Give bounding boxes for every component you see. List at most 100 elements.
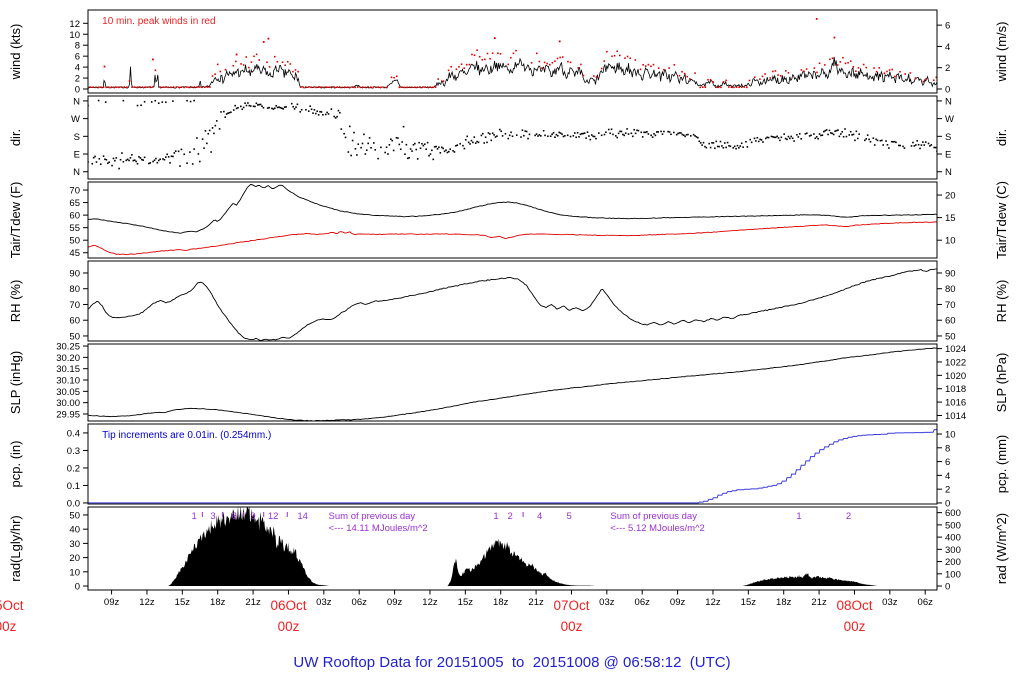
time-tick-label: 03z <box>599 597 615 608</box>
tair-ytick-left: 45 <box>69 248 80 259</box>
wind-ytick-right: 2 <box>945 63 950 74</box>
axis-title-left-wind: wind (kts) <box>8 24 23 81</box>
time-tick-label: 15z <box>175 597 191 608</box>
rad-ytick-left: 0 <box>75 582 80 593</box>
svg-text:5: 5 <box>566 511 571 522</box>
svg-text:2: 2 <box>846 511 851 522</box>
svg-text:<--- 5.12 MJoules/m^2: <--- 5.12 MJoules/m^2 <box>610 523 704 534</box>
pcp-ytick-left: 0.0 <box>67 498 80 509</box>
pcp-ytick-right: 6 <box>945 457 950 468</box>
dir-ytick-right: N <box>945 96 952 107</box>
time-tick-label: 03z <box>316 597 332 608</box>
panel-pcp: 0.00.10.20.30.40246810pcp. (in) pcp. (mm)… <box>8 423 1009 509</box>
wind-ytick-left: 0 <box>75 85 80 96</box>
date-label: 08Oct <box>836 598 872 613</box>
wind-ytick-left: 10 <box>69 30 80 41</box>
wind-ytick-left: 8 <box>75 41 80 52</box>
wind-ytick-right: 6 <box>945 21 950 32</box>
pcp-annotation: Tip increments are 0.01in. (0.254mm.) <box>102 430 271 441</box>
slp-ytick-right: 1016 <box>945 398 966 409</box>
slp-ytick-left: 30.00 <box>56 398 80 409</box>
rad-ytick-right: 600 <box>945 508 961 519</box>
rh-ytick-right: 70 <box>945 300 956 311</box>
date-label: 07Oct <box>553 598 589 613</box>
panel-dir: NESWNNESWNdir. dir. <box>8 95 1009 180</box>
slp-ytick-left: 30.20 <box>56 353 80 364</box>
panel-wind: 0246810120246wind (kts) wind (m/s)10 min.… <box>8 9 1009 96</box>
dir-ytick-left: N <box>73 96 80 107</box>
rh-ytick-left: 90 <box>69 268 80 279</box>
slp-ytick-right: 1020 <box>945 371 966 382</box>
wind-ytick-left: 12 <box>69 19 80 30</box>
tair-ytick-left: 70 <box>69 186 80 197</box>
axis-title-left-dir: dir. <box>8 129 23 146</box>
meteogram: 0 2 4 6 8 10 12 0 2 4 6 wind (kts) wind (m/s) 10 min.… <box>0 0 1024 700</box>
tair-ytick-left: 65 <box>69 198 80 209</box>
time-tick-label: 12z <box>139 597 155 608</box>
pcp-ytick-left: 0.4 <box>67 428 80 439</box>
tair-ytick-left: 60 <box>69 211 80 222</box>
panel-tair: 4550 5560 6570 10 15 20 Tair/Tdew (F) Tair/Tdew… <box>8 181 1009 259</box>
time-tick-label: 18z <box>493 597 509 608</box>
rad-ytick-left: 30 <box>69 539 80 550</box>
pcp-ytick-left: 0.3 <box>67 446 80 457</box>
dir-ytick-left: S <box>74 132 80 143</box>
pcp-ytick-left: 0.2 <box>67 463 80 474</box>
slp-ytick-right: 1024 <box>945 344 966 355</box>
axis-title-right-rh: RH (%) <box>994 280 1009 323</box>
time-tick-label: 21z <box>528 597 544 608</box>
svg-text:1: 1 <box>493 511 498 522</box>
slp-ytick-left: 30.25 <box>56 342 80 353</box>
slp-ytick-left: 30.05 <box>56 387 80 398</box>
axis-title-right-wind: wind (m/s) <box>994 22 1009 83</box>
slp-ytick-right: 1014 <box>945 411 966 422</box>
plot-title: UW Rooftop Data for 20151005 to 20151008… <box>293 654 731 671</box>
time-tick-label: 12z <box>705 597 721 608</box>
time-tick-label: 12z <box>422 597 438 608</box>
time-tick-label: 15z <box>458 597 474 608</box>
dir-ytick-left: E <box>74 150 80 161</box>
panel-slp: 29.9530.0030.0530.1030.1530.2030.25 1014 1… <box>8 342 1009 422</box>
meteogram-svg: 0246810120246wind (kts) wind (m/s)10 min.… <box>0 9 1009 634</box>
time-tick-label: 09z <box>387 597 403 608</box>
dir-ytick-right: E <box>945 150 951 161</box>
time-tick-label: 06z <box>635 597 651 608</box>
slp-ytick-right: 1022 <box>945 357 966 368</box>
time-tick-label: 06z <box>352 597 368 608</box>
time-tick-label: 18z <box>210 597 226 608</box>
panel-rh: 50607080905060708090RH (%) RH (%) <box>8 260 1009 342</box>
pcp-ytick-right: 8 <box>945 443 950 454</box>
wind-ytick-right: 4 <box>945 42 950 53</box>
slp-ytick-left: 29.95 <box>56 409 80 420</box>
tair-ytick-right: 15 <box>945 213 956 224</box>
rad-ytick-left: 10 <box>69 567 80 578</box>
date-label-hour: 00z <box>844 619 866 634</box>
tair-ytick-left: 50 <box>69 236 80 247</box>
tair-ytick-left: 55 <box>69 223 80 234</box>
time-tick-label: 21z <box>811 597 827 608</box>
slp-ytick-left: 30.10 <box>56 376 80 387</box>
panel-rad: 010203040500100200300400500600rad(Lgly/h… <box>8 506 1009 593</box>
time-tick-label: 09z <box>670 597 686 608</box>
pcp-ytick-left: 0.1 <box>67 481 80 492</box>
svg-text:6: 6 <box>232 511 237 522</box>
svg-text:2: 2 <box>507 511 512 522</box>
tair-ytick-right: 20 <box>945 191 956 202</box>
svg-text:4: 4 <box>537 511 542 522</box>
svg-text:3: 3 <box>210 511 215 522</box>
rad-ytick-right: 200 <box>945 557 961 568</box>
sum-previous-day-note: Sum of previous day<--- 5.12 MJoules/m^2 <box>610 511 704 534</box>
rh-ytick-left: 70 <box>69 300 80 311</box>
time-tick-label: 15z <box>741 597 757 608</box>
wind-annotation: 10 min. peak winds in red <box>102 16 215 27</box>
dir-ytick-right: S <box>945 132 951 143</box>
pcp-ytick-right: 10 <box>945 430 956 441</box>
pcp-ytick-right: 4 <box>945 471 950 482</box>
svg-text:12: 12 <box>268 511 279 522</box>
svg-text:1: 1 <box>191 511 196 522</box>
axis-title-right-slp: SLP (hPa) <box>994 353 1009 413</box>
svg-text:<--- 14.11 MJoules/m^2: <--- 14.11 MJoules/m^2 <box>329 523 428 534</box>
rh-ytick-left: 80 <box>69 284 80 295</box>
wind-ytick-right: 0 <box>945 85 950 96</box>
date-label: 05Oct <box>0 598 24 613</box>
